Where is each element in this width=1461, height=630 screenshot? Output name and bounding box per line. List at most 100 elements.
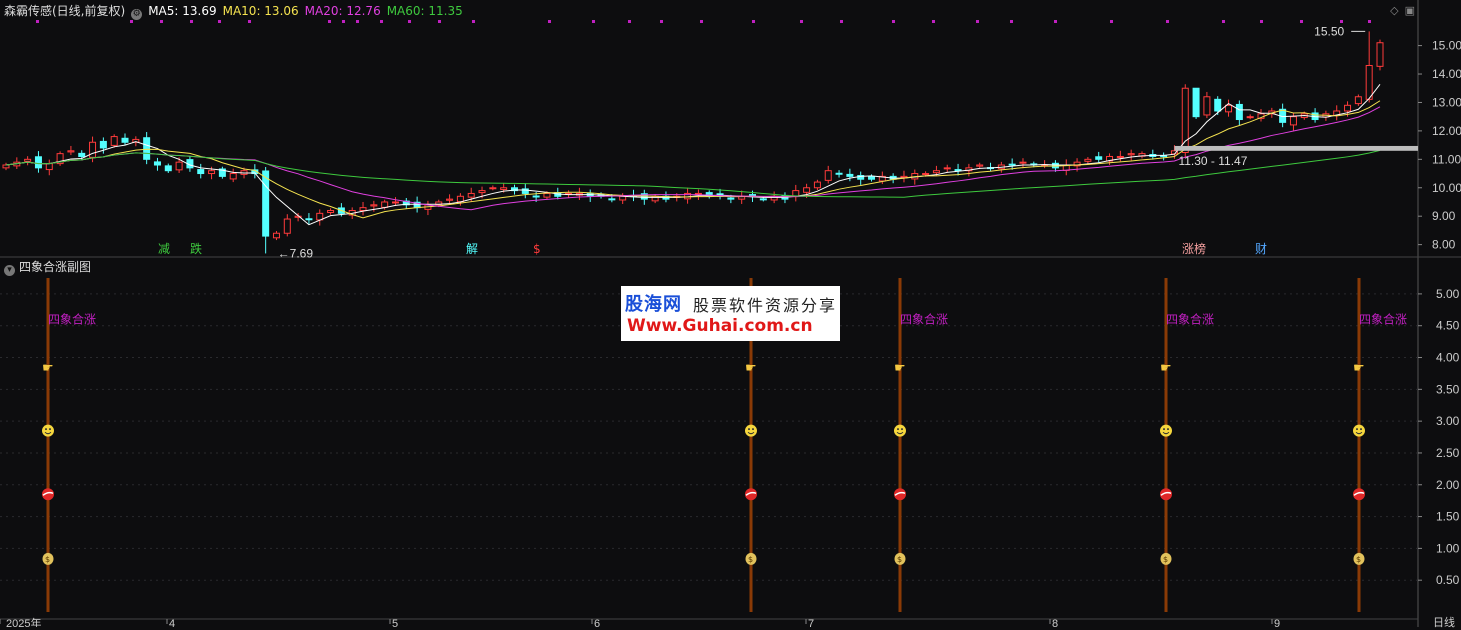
hand-pointer-icon: ☛ <box>894 361 906 376</box>
signal-dot <box>700 20 703 23</box>
diamond-icon[interactable]: ◇ <box>1390 4 1398 17</box>
candle-body <box>175 161 183 171</box>
candle-body <box>143 137 151 160</box>
signal-dot <box>800 20 803 23</box>
candle-body <box>283 218 291 234</box>
smiley-eye <box>45 428 47 431</box>
candle-body <box>543 192 551 198</box>
y-tick-label: 3.50 <box>1436 382 1460 396</box>
y-tick-label: 15.00 <box>1432 39 1461 53</box>
candle-body <box>489 187 497 190</box>
signal-dot <box>356 20 359 23</box>
candle-body <box>932 170 940 174</box>
candle-body <box>67 150 75 153</box>
smiley-eye <box>1163 428 1165 431</box>
candle-body <box>153 161 161 166</box>
period-label[interactable]: 日线 <box>1433 614 1455 630</box>
signal-dot <box>248 20 251 23</box>
panel-toggle-icon[interactable]: ▣ <box>1405 4 1415 17</box>
signal-dot <box>130 20 133 23</box>
candle-body <box>727 197 735 200</box>
signal-dot <box>892 20 895 23</box>
y-tick-label: 13.00 <box>1432 95 1461 109</box>
signal-label: 财 <box>1255 242 1267 256</box>
signal-dot <box>408 20 411 23</box>
indicator-title[interactable]: 四象合涨副图 <box>19 260 91 274</box>
candle-body <box>1181 87 1189 154</box>
signal-dot <box>1054 20 1057 23</box>
candle-body <box>446 198 454 201</box>
smiley-eye <box>748 428 750 431</box>
candle-body <box>478 190 486 194</box>
signal-dot <box>36 20 39 23</box>
smiley-eye <box>1356 428 1358 431</box>
candle-body <box>1246 116 1254 119</box>
candle-body <box>327 210 335 213</box>
signal-dot <box>628 20 631 23</box>
smiley-eye <box>1360 428 1362 431</box>
signal-stem-label: 四象合涨 <box>1359 311 1407 326</box>
signal-label: 涨榜 <box>1182 241 1206 256</box>
y-tick-label: 8.00 <box>1432 238 1456 252</box>
y-tick-label: 11.00 <box>1432 152 1461 166</box>
signal-dot <box>1222 20 1225 23</box>
candle-body <box>370 204 378 207</box>
signal-stem-label: 四象合涨 <box>900 311 948 326</box>
smiley-icon <box>745 424 757 437</box>
candle-body <box>846 173 854 177</box>
y-tick-label: 2.50 <box>1436 446 1460 460</box>
candle-body <box>1116 155 1124 158</box>
y-tick-label: 4.00 <box>1436 351 1460 365</box>
y-tick-label: 1.00 <box>1436 541 1460 555</box>
signal-dot <box>328 20 331 23</box>
signal-dot <box>1260 20 1263 23</box>
ma5-label: MA5: 13.69 <box>148 4 217 18</box>
settings-circle-icon[interactable]: ⚙ <box>131 9 143 20</box>
candle-body <box>1365 64 1373 100</box>
candle-body <box>1225 104 1233 113</box>
x-tick-label: 8 <box>1052 618 1058 627</box>
money-bag-sign: $ <box>1163 555 1168 564</box>
x-tick-label: 5 <box>392 618 398 627</box>
y-tick-label: 3.00 <box>1436 414 1460 428</box>
candle-body <box>78 152 86 157</box>
signal-dot <box>1110 20 1113 23</box>
y-tick-label: 0.50 <box>1436 573 1460 587</box>
candle-body <box>1084 158 1092 162</box>
chevron-down-icon[interactable]: ▾ <box>4 265 15 276</box>
candle-body <box>1127 153 1135 156</box>
smiley-eye <box>901 428 903 431</box>
candle-body <box>1019 161 1027 164</box>
signal-stem-label: 四象合涨 <box>48 311 96 326</box>
smiley-icon <box>894 424 906 437</box>
candle-body <box>229 173 237 180</box>
y-tick-label: 4.50 <box>1436 319 1460 333</box>
candle-body <box>608 198 616 201</box>
signal-dot <box>218 20 221 23</box>
smiley-eye <box>49 428 51 431</box>
candle-body <box>45 163 53 171</box>
candle-body <box>759 198 767 201</box>
candle-body <box>164 165 172 172</box>
candle-body <box>976 164 984 167</box>
candle-body <box>262 170 270 237</box>
signal-dot <box>1340 20 1343 23</box>
candle-body <box>99 140 107 149</box>
stock-title[interactable]: 森霸传感(日线,前复权) <box>4 4 125 18</box>
candle-body <box>1008 163 1016 166</box>
y-tick-label: 14.00 <box>1432 67 1461 81</box>
y-tick-label: 5.00 <box>1436 287 1460 301</box>
ma60-label: MA60: 11.35 <box>386 4 463 18</box>
smiley-icon <box>42 424 54 437</box>
y-tick-label: 1.50 <box>1436 510 1460 524</box>
main-chart-header: 森霸传感(日线,前复权) ⚙ MA5: 13.69 MA10: 13.06 MA20: … <box>4 3 469 20</box>
candle-body <box>208 170 216 175</box>
signal-dot <box>752 20 755 23</box>
candle-body <box>954 169 962 172</box>
signal-dot <box>160 20 163 23</box>
candle-body <box>1344 104 1352 112</box>
x-tick-label: 6 <box>594 618 600 627</box>
watermark-url: Www.Guhai.com.cn <box>627 316 813 336</box>
smiley-icon <box>1160 424 1172 437</box>
hand-pointer-icon: ☛ <box>1353 361 1365 376</box>
